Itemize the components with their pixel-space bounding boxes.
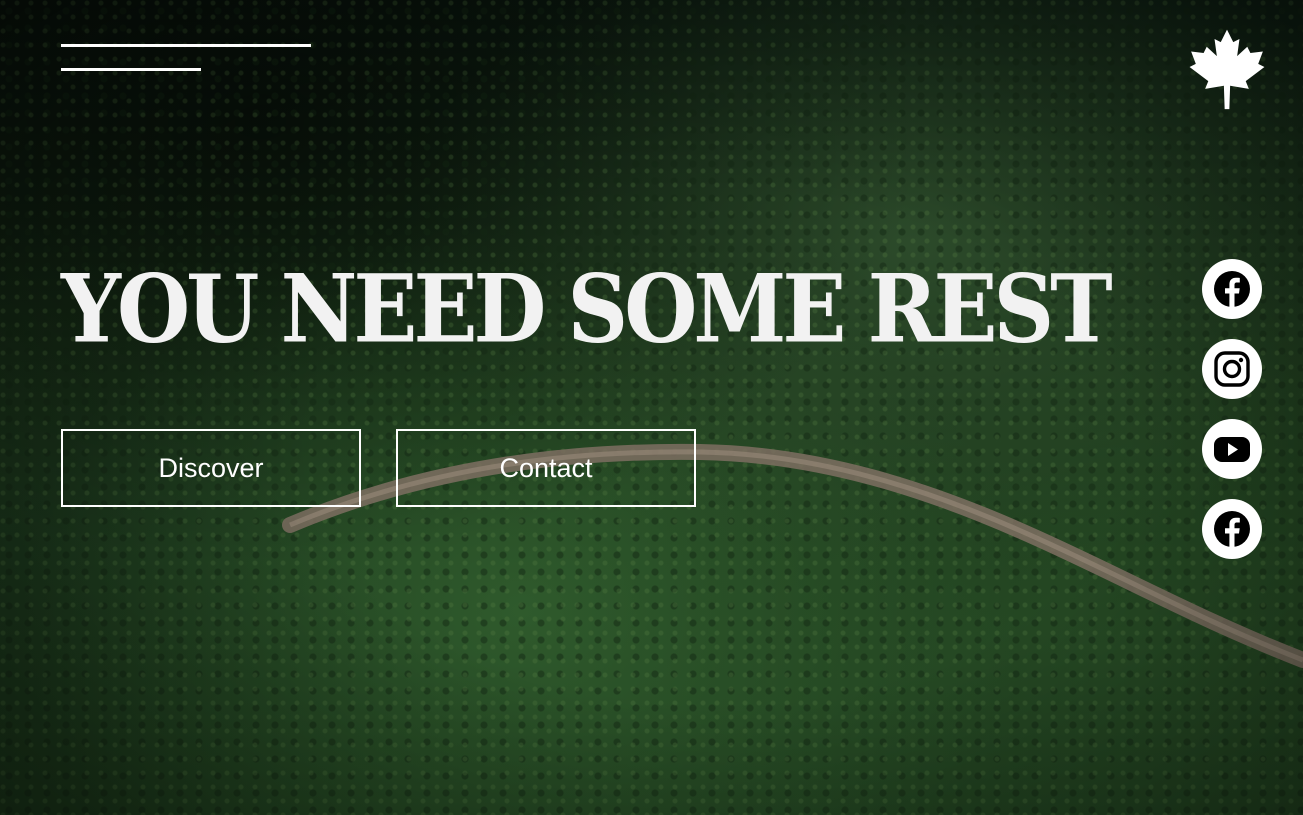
facebook-icon [1214,511,1250,547]
background-vignette [0,0,1303,815]
instagram-icon [1214,351,1250,387]
contact-button[interactable]: Contact [396,429,696,507]
social-links [1202,259,1262,579]
discover-button[interactable]: Discover [61,429,361,507]
menu-line-bottom [61,68,201,71]
hamburger-menu-icon[interactable] [61,44,313,74]
facebook-link[interactable] [1202,259,1262,319]
menu-line-top [61,44,311,47]
facebook-icon [1214,271,1250,307]
facebook-link-secondary[interactable] [1202,499,1262,559]
youtube-icon [1214,437,1250,462]
youtube-link[interactable] [1202,419,1262,479]
instagram-link[interactable] [1202,339,1262,399]
hero-section: YOU NEED SOME REST Discover Contact [0,0,1303,815]
maple-leaf-icon[interactable] [1188,28,1266,110]
hero-headline: YOU NEED SOME REST [61,253,1113,364]
